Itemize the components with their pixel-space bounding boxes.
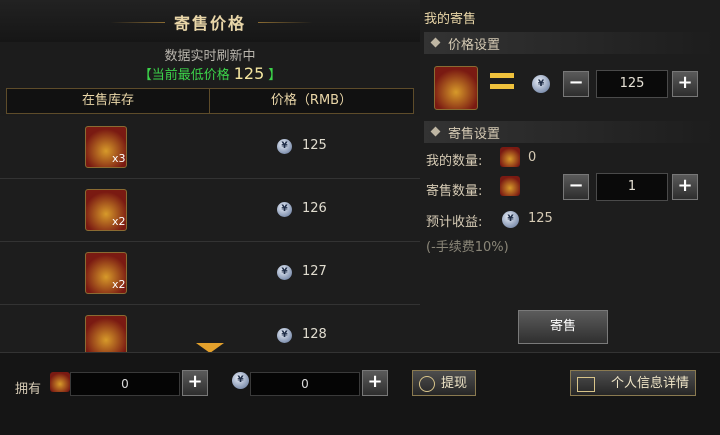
buy-items-button[interactable]: + (182, 370, 208, 396)
fee-note: (-手续费10%) (426, 240, 509, 255)
lucky-bag-icon (500, 147, 520, 167)
table-row[interactable]: x3 ¥ 125 (0, 116, 420, 179)
my-quantity-label: 我的数量: (426, 154, 483, 169)
price-settings-label: 价格设置 (448, 38, 501, 53)
personal-info-label: 个人信息详情 (610, 376, 689, 391)
yuan-coin-icon: ¥ (232, 372, 249, 389)
row-price: 127 (302, 264, 327, 279)
quantity-increase-button[interactable]: + (672, 174, 698, 200)
lucky-bag-icon (50, 372, 70, 392)
yuan-coin-icon: ¥ (277, 202, 292, 217)
withdraw-label: 提现 (440, 376, 467, 391)
row-price: 126 (302, 201, 327, 216)
table-row[interactable]: x2 ¥ 126 (0, 179, 420, 242)
price-decrease-button[interactable]: − (563, 71, 589, 97)
items-owned-field: 0 (70, 372, 180, 396)
item-quantity: x2 (112, 278, 126, 291)
row-price: 128 (302, 327, 327, 342)
my-consignment-title: 我的寄售 (424, 12, 477, 27)
item-quantity: x3 (112, 152, 126, 165)
table-row[interactable]: x2 ¥ 127 (0, 242, 420, 305)
panel-title: 寄售价格 (173, 14, 246, 33)
sale-settings-header: 寄售设置 (424, 121, 714, 143)
equals-icon (490, 73, 514, 93)
withdraw-icon (419, 376, 435, 392)
sale-settings-label: 寄售设置 (448, 127, 501, 142)
yuan-coin-icon: ¥ (277, 139, 292, 154)
yuan-coin-icon: ¥ (277, 265, 292, 280)
column-stock: 在售库存 (7, 89, 210, 113)
lowest-price-value: 125 (233, 64, 265, 83)
price-increase-button[interactable]: + (672, 71, 698, 97)
price-settings-header: 价格设置 (424, 32, 714, 54)
yuan-coin-icon: ¥ (502, 211, 519, 228)
lucky-bag-icon (85, 315, 127, 352)
personal-info-button[interactable]: 个人信息详情 (570, 370, 696, 396)
lowest-price-line: 【当前最低价格 125】 (0, 64, 420, 83)
coins-owned-field: 0 (250, 372, 360, 396)
lowest-price-label: 【当前最低价格 (138, 68, 230, 83)
withdraw-button[interactable]: 提现 (412, 370, 476, 396)
lucky-bag-icon (434, 66, 478, 110)
yuan-coin-icon: ¥ (532, 75, 550, 93)
refresh-status: 数据实时刷新中 (164, 49, 256, 64)
diamond-bullet-icon (430, 37, 441, 48)
diamond-bullet-icon (430, 126, 441, 137)
quantity-input[interactable]: 1 (596, 173, 668, 201)
recharge-button[interactable]: + (362, 370, 388, 396)
column-price: 价格（RMB） (270, 93, 353, 108)
price-input[interactable]: 125 (596, 70, 668, 98)
lucky-bag-icon (500, 176, 520, 196)
my-quantity-value: 0 (528, 150, 537, 165)
consignment-window: 寄售价格 数据实时刷新中 【当前最低价格 125】 在售库存 价格（RMB） x3… (0, 0, 720, 435)
expected-income-value: 125 (528, 211, 553, 226)
lowest-price-bracket: 】 (268, 68, 282, 83)
quantity-decrease-button[interactable]: − (563, 174, 589, 200)
yuan-coin-icon: ¥ (277, 328, 292, 343)
title-ornament-right (258, 22, 313, 23)
row-price: 125 (302, 138, 327, 153)
listing-table-header: 在售库存 价格（RMB） (6, 88, 414, 114)
own-label: 拥有 (15, 382, 42, 397)
id-card-icon (577, 377, 595, 392)
sell-quantity-label: 寄售数量: (426, 184, 483, 199)
expected-income-label: 预计收益: (426, 215, 483, 230)
consignment-price-panel: 寄售价格 数据实时刷新中 【当前最低价格 125】 在售库存 价格（RMB） x3… (0, 0, 420, 353)
sell-button[interactable]: 寄售 (518, 310, 608, 344)
item-quantity: x2 (112, 215, 126, 228)
